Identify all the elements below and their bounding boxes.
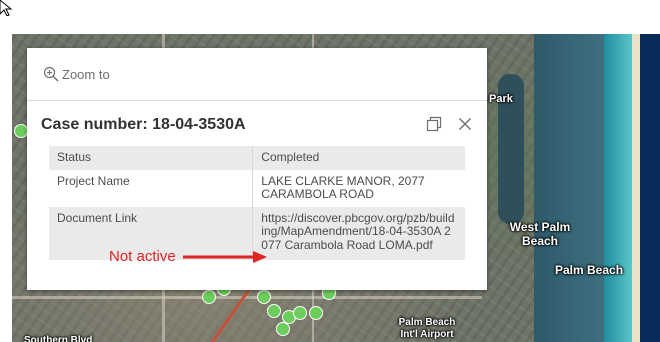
- zoom-to-label: Zoom to: [62, 66, 110, 82]
- field-label-project-name: Project Name: [49, 169, 254, 207]
- map-label-west-palm-beach: West Palm Beach: [509, 220, 571, 248]
- map-marker[interactable]: [309, 306, 323, 320]
- lake-worth-lagoon: [534, 34, 604, 342]
- map-label-palm-beach: Palm Beach: [555, 263, 624, 277]
- map-label-park: Park: [489, 93, 513, 105]
- map-label-airport: Palm Beach Int'l Airport: [398, 317, 456, 340]
- road: [12, 296, 482, 299]
- zoom-to-button[interactable]: Zoom to: [43, 65, 110, 83]
- map-marker[interactable]: [293, 306, 307, 320]
- beach: [632, 34, 640, 342]
- zoom-in-icon: [43, 66, 59, 82]
- dock-icon[interactable]: [425, 115, 443, 133]
- annotation-arrow-icon: [183, 251, 267, 263]
- field-value-project-name: LAKE CLARKE MANOR, 2077 CARAMBOLA ROAD: [252, 169, 465, 207]
- top-bar: [0, 0, 660, 34]
- map-marker[interactable]: [14, 124, 28, 138]
- document-link[interactable]: https://discover.pbcgov.org/pzb/building…: [252, 206, 465, 260]
- ocean: [640, 34, 660, 342]
- attribute-table: Status Completed Project Name LAKE CLARK…: [49, 146, 465, 260]
- field-label-status: Status: [49, 146, 254, 170]
- annotation-label: Not active: [109, 248, 176, 265]
- map-marker[interactable]: [257, 290, 271, 304]
- map-marker[interactable]: [267, 304, 281, 318]
- popup-header: Zoom to: [27, 48, 487, 101]
- popup-title: Case number: 18-04-3530A: [41, 116, 246, 133]
- map-label-southern-blvd: Southern Blvd: [24, 335, 93, 342]
- table-row: Project Name LAKE CLARKE MANOR, 2077 CAR…: [49, 169, 465, 207]
- table-row: Status Completed: [49, 146, 465, 170]
- shoreline-shallows: [604, 34, 632, 342]
- cursor-icon: [0, 0, 13, 16]
- map-marker[interactable]: [276, 322, 290, 336]
- field-value-status: Completed: [252, 146, 465, 170]
- close-icon[interactable]: [456, 115, 474, 133]
- map-marker[interactable]: [202, 290, 216, 304]
